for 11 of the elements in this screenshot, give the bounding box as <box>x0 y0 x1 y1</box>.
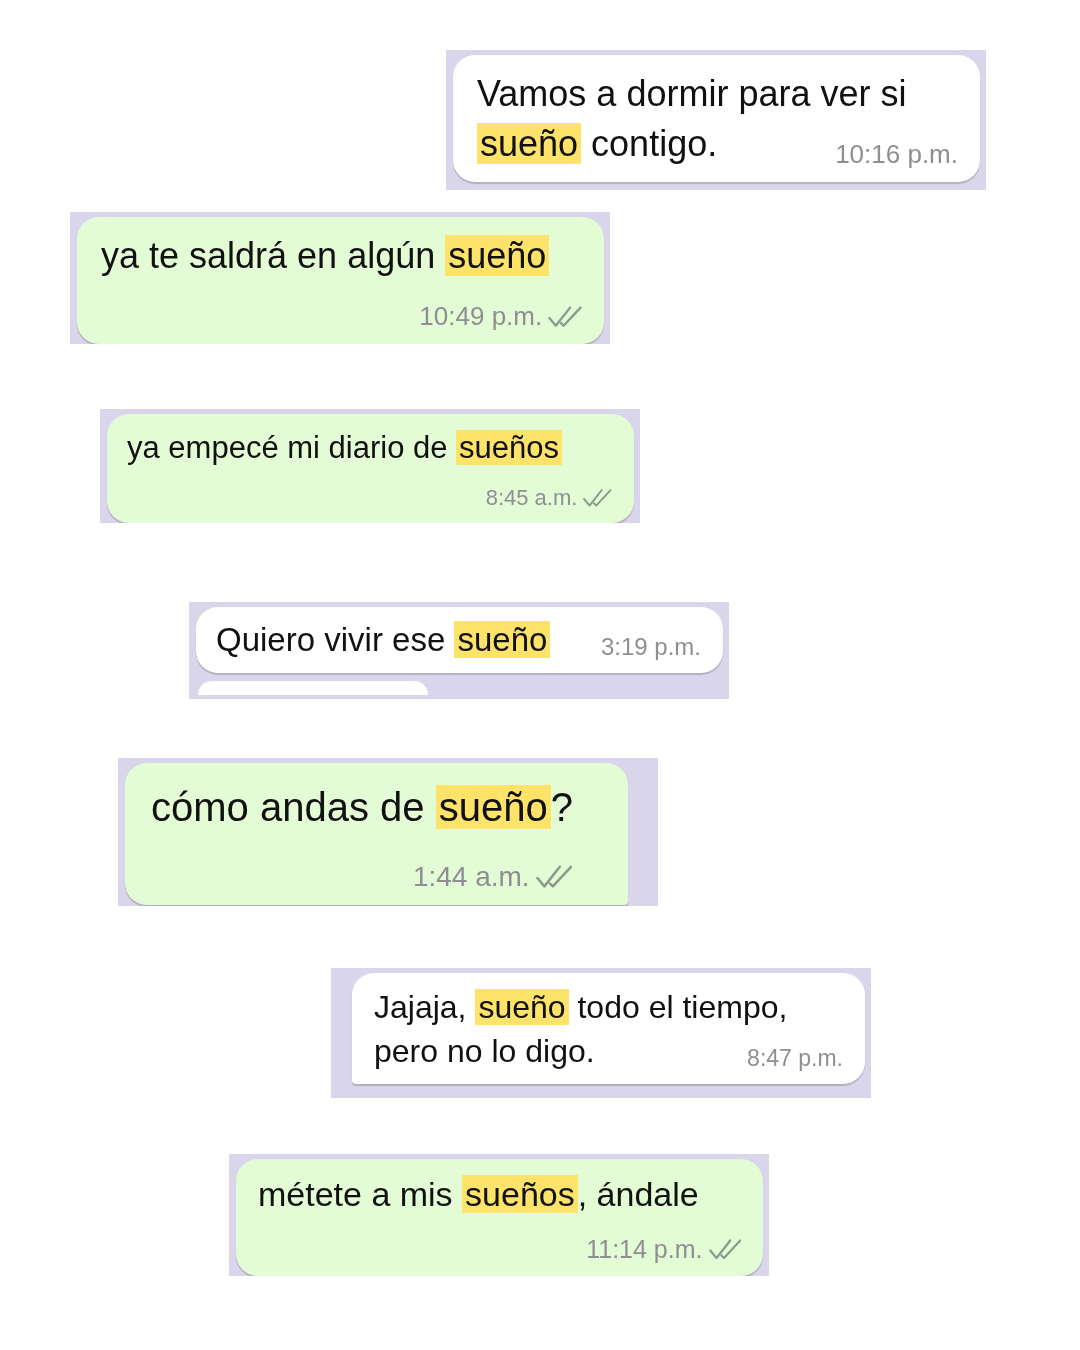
message-time: 1:44 a.m. <box>412 860 530 893</box>
message-time: 10:49 p.m. <box>419 300 543 332</box>
message-time: 8:45 a.m. <box>485 484 578 511</box>
double-check-icon <box>583 487 612 508</box>
double-check-icon <box>535 863 572 890</box>
message-time: 10:16 p.m. <box>835 138 958 170</box>
message-time: 11:14 p.m. <box>586 1234 703 1264</box>
message-time: 3:19 p.m. <box>600 632 701 661</box>
double-check-icon <box>548 304 582 328</box>
message-time: 8:47 p.m. <box>747 1045 843 1073</box>
double-check-icon <box>708 1238 741 1261</box>
